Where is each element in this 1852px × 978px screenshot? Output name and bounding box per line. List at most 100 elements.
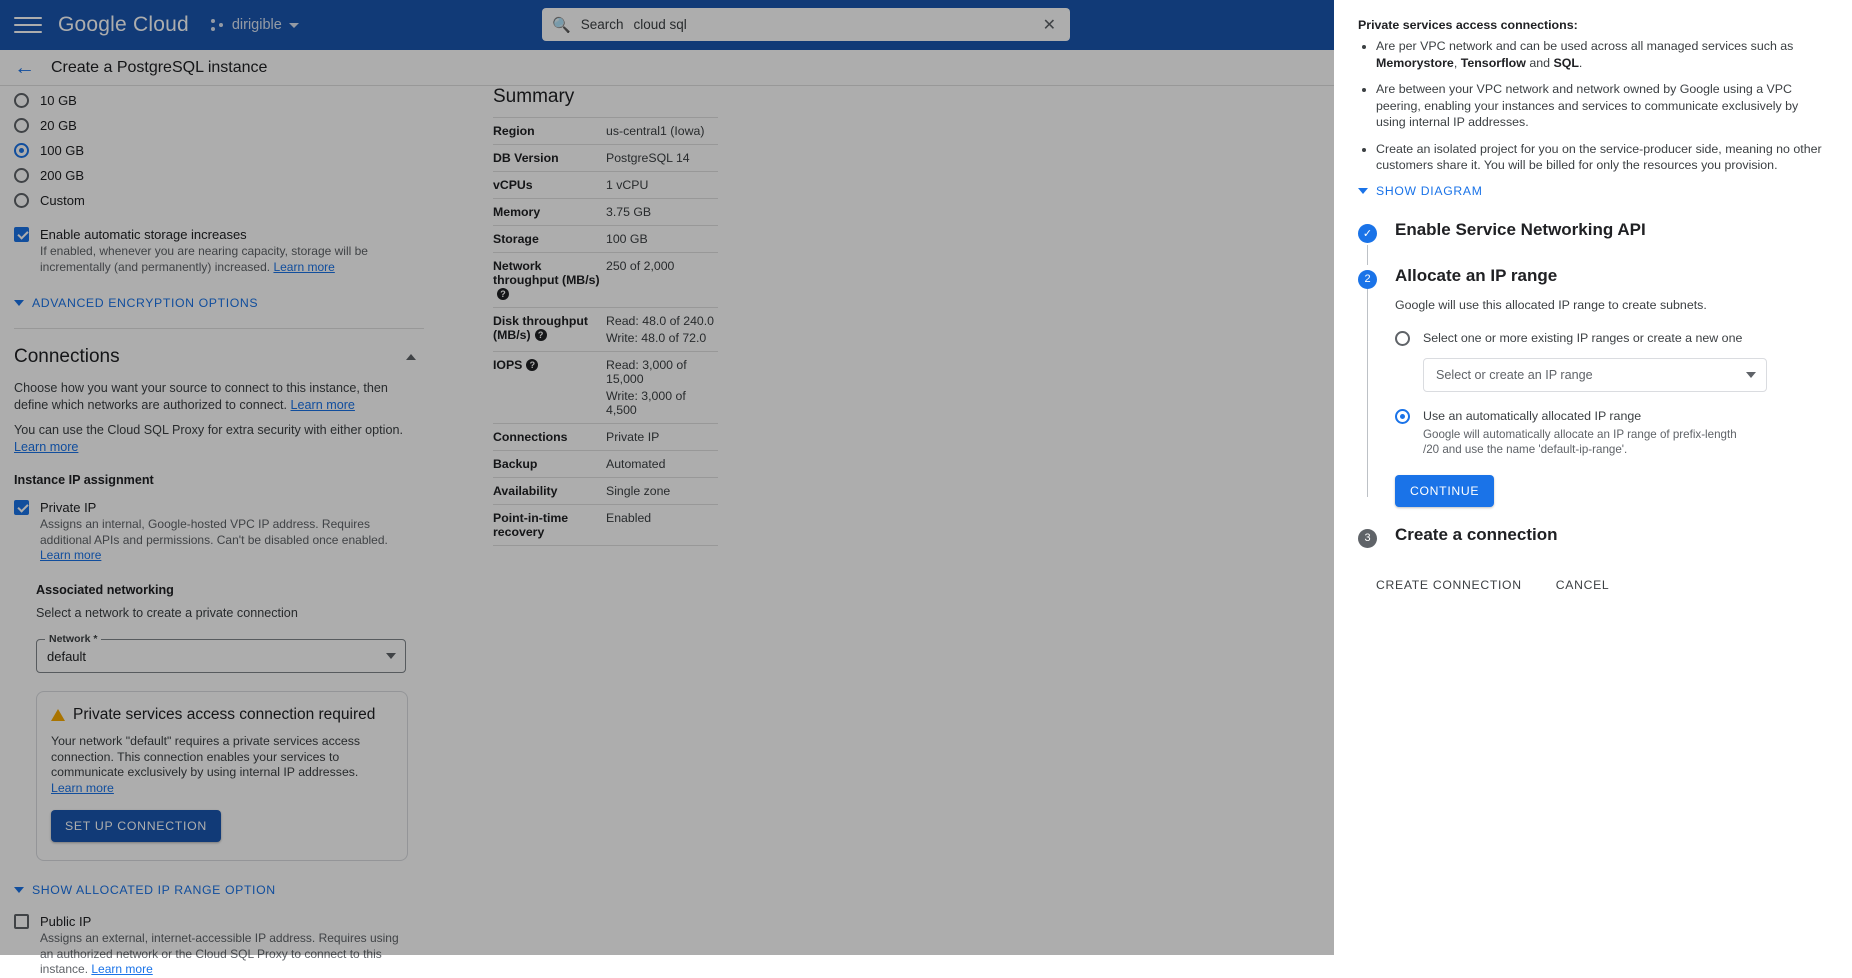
page-title: Create a PostgreSQL instance: [51, 58, 268, 76]
project-dots-icon: [210, 18, 225, 32]
radio-icon[interactable]: [14, 192, 29, 208]
summary-value-line: Write: 48.0 of 72.0: [606, 331, 707, 345]
list-item: Are between your VPC network and network…: [1376, 81, 1828, 131]
table-row: vCPUs 1 vCPU: [493, 171, 718, 199]
project-selector[interactable]: dirigible: [210, 17, 299, 33]
bullet-bold-memorystore: Memorystore: [1376, 55, 1454, 70]
table-row: Point-in-time recovery Enabled: [493, 504, 718, 546]
summary-value-line: Private IP: [606, 430, 660, 444]
ip-range-existing-option[interactable]: Select one or more existing IP ranges or…: [1395, 330, 1767, 346]
storage-option-label: 100 GB: [40, 142, 85, 158]
network-select[interactable]: Network * default: [36, 633, 406, 673]
learn-more-link[interactable]: Learn more: [291, 398, 355, 412]
back-arrow-icon[interactable]: ←: [14, 57, 35, 78]
bullet-pre: Are per VPC network and can be used acro…: [1376, 39, 1794, 53]
chevron-down-icon: [1746, 371, 1756, 378]
step-3-number-badge: 3: [1358, 528, 1377, 548]
google-cloud-logo[interactable]: Google Cloud: [58, 13, 189, 37]
close-icon[interactable]: ✕: [1039, 15, 1060, 35]
checkbox-icon[interactable]: [14, 914, 29, 929]
storage-option-200gb[interactable]: 200 GB: [14, 165, 424, 185]
help-icon[interactable]: ?: [497, 288, 509, 300]
auto-storage-increase-label: Enable automatic storage increases: [40, 227, 247, 242]
summary-row-value: 250 of 2,000: [606, 252, 718, 308]
hamburger-icon[interactable]: [14, 11, 42, 39]
summary-row-value: PostgreSQL 14: [606, 144, 718, 172]
radio-icon[interactable]: [14, 117, 29, 133]
advanced-encryption-label: ADVANCED ENCRYPTION OPTIONS: [32, 296, 259, 310]
summary-row-value: us-central1 (Iowa): [606, 117, 718, 145]
connections-title: Connections: [14, 346, 120, 367]
set-up-connection-button[interactable]: SET UP CONNECTION: [51, 810, 221, 842]
continue-button[interactable]: CONTINUE: [1395, 474, 1495, 507]
learn-more-link[interactable]: Learn more: [51, 781, 114, 795]
private-ip-label: Private IP: [40, 500, 97, 515]
table-row: Connections Private IP: [493, 423, 718, 451]
help-icon[interactable]: ?: [534, 329, 547, 341]
summary-value-line: us-central1 (Iowa): [606, 124, 705, 138]
summary-value-line: Enabled: [606, 511, 652, 525]
learn-more-link[interactable]: Learn more: [91, 962, 152, 976]
summary-title: Summary: [493, 86, 575, 107]
summary-row-key: vCPUs: [493, 171, 606, 199]
ip-range-auto-desc: Google will automatically allocate an IP…: [1423, 427, 1737, 456]
storage-option-custom[interactable]: Custom: [14, 190, 424, 210]
bullet-bold-tensorflow: Tensorflow: [1460, 55, 1526, 70]
step-2-title: Allocate an IP range: [1395, 265, 1558, 285]
advanced-encryption-options-toggle[interactable]: ADVANCED ENCRYPTION OPTIONS: [14, 296, 424, 310]
ip-range-existing-label: Select one or more existing IP ranges or…: [1423, 330, 1743, 345]
radio-icon[interactable]: [1395, 330, 1410, 346]
cancel-button[interactable]: CANCEL: [1546, 570, 1620, 600]
connections-section-header[interactable]: Connections: [14, 346, 424, 368]
private-services-warning-card: Private services access connection requi…: [36, 691, 408, 861]
search-input[interactable]: cloud sql: [633, 17, 1028, 32]
ip-range-select[interactable]: Select or create an IP range: [1423, 357, 1767, 392]
storage-option-label: 10 GB: [40, 92, 77, 108]
storage-option-100gb[interactable]: 100 GB: [14, 140, 424, 160]
chevron-down-icon: [386, 653, 396, 659]
summary-row-value: Single zone: [606, 477, 718, 505]
checkbox-icon[interactable]: [14, 227, 29, 242]
summary-value-line: 1 vCPU: [606, 178, 649, 192]
bullet-mid-1: ,: [1453, 55, 1461, 70]
ip-range-auto-option[interactable]: Use an automatically allocated IP range …: [1395, 408, 1767, 457]
list-item: Are per VPC network and can be used acro…: [1376, 38, 1828, 71]
show-allocated-ip-range-toggle[interactable]: SHOW ALLOCATED IP RANGE OPTION: [14, 883, 424, 897]
auto-storage-increase-desc: If enabled, whenever you are nearing cap…: [40, 244, 414, 275]
learn-more-link[interactable]: Learn more: [40, 548, 101, 562]
auto-storage-increase-row[interactable]: Enable automatic storage increases If en…: [14, 227, 424, 275]
summary-row-key: Availability: [493, 477, 606, 505]
radio-icon[interactable]: [14, 92, 29, 108]
radio-icon[interactable]: [14, 167, 29, 183]
create-connection-button[interactable]: CREATE CONNECTION: [1366, 570, 1532, 600]
private-ip-row[interactable]: Private IP Assigns an internal, Google-h…: [14, 500, 424, 564]
desc-text: Assigns an internal, Google-hosted VPC I…: [40, 517, 388, 547]
step-1-enable-service-networking: ✓ Enable Service Networking API: [1358, 220, 1828, 243]
summary-row-value: Automated: [606, 450, 718, 478]
bullet-mid-2: and: [1525, 55, 1554, 70]
show-diagram-toggle[interactable]: SHOW DIAGRAM: [1358, 184, 1828, 198]
project-name: dirigible: [231, 17, 282, 33]
public-ip-row[interactable]: Public IP Assigns an external, internet-…: [14, 914, 424, 978]
storage-option-label: Custom: [40, 192, 85, 208]
summary-row-key: Network throughput (MB/s)?: [493, 252, 606, 308]
radio-icon[interactable]: [14, 142, 29, 158]
summary-value-line: 250 of 2,000: [606, 259, 675, 273]
checkbox-icon[interactable]: [14, 500, 29, 515]
storage-option-10gb[interactable]: 10 GB: [14, 90, 424, 110]
learn-more-link[interactable]: Learn more: [273, 260, 334, 274]
desc-text: Your network "default" requires a privat…: [51, 734, 361, 779]
search-bar[interactable]: 🔍 Search cloud sql ✕: [542, 8, 1070, 41]
summary-row-value: Read: 3,000 of 15,000 Write: 3,000 of 4,5…: [606, 351, 718, 424]
step-2-allocate-ip-range: 2 Allocate an IP range: [1358, 266, 1828, 289]
storage-option-20gb[interactable]: 20 GB: [14, 115, 424, 135]
learn-more-link[interactable]: Learn more: [14, 440, 78, 454]
summary-row-value: 100 GB: [606, 225, 718, 253]
summary-row-key: Storage: [493, 225, 606, 253]
warning-triangle-icon: [51, 709, 65, 721]
chevron-down-icon: [288, 22, 299, 28]
table-row: Backup Automated: [493, 450, 718, 478]
radio-icon[interactable]: [1395, 408, 1410, 424]
help-icon[interactable]: ?: [526, 359, 539, 371]
chevron-up-icon[interactable]: [406, 354, 416, 360]
